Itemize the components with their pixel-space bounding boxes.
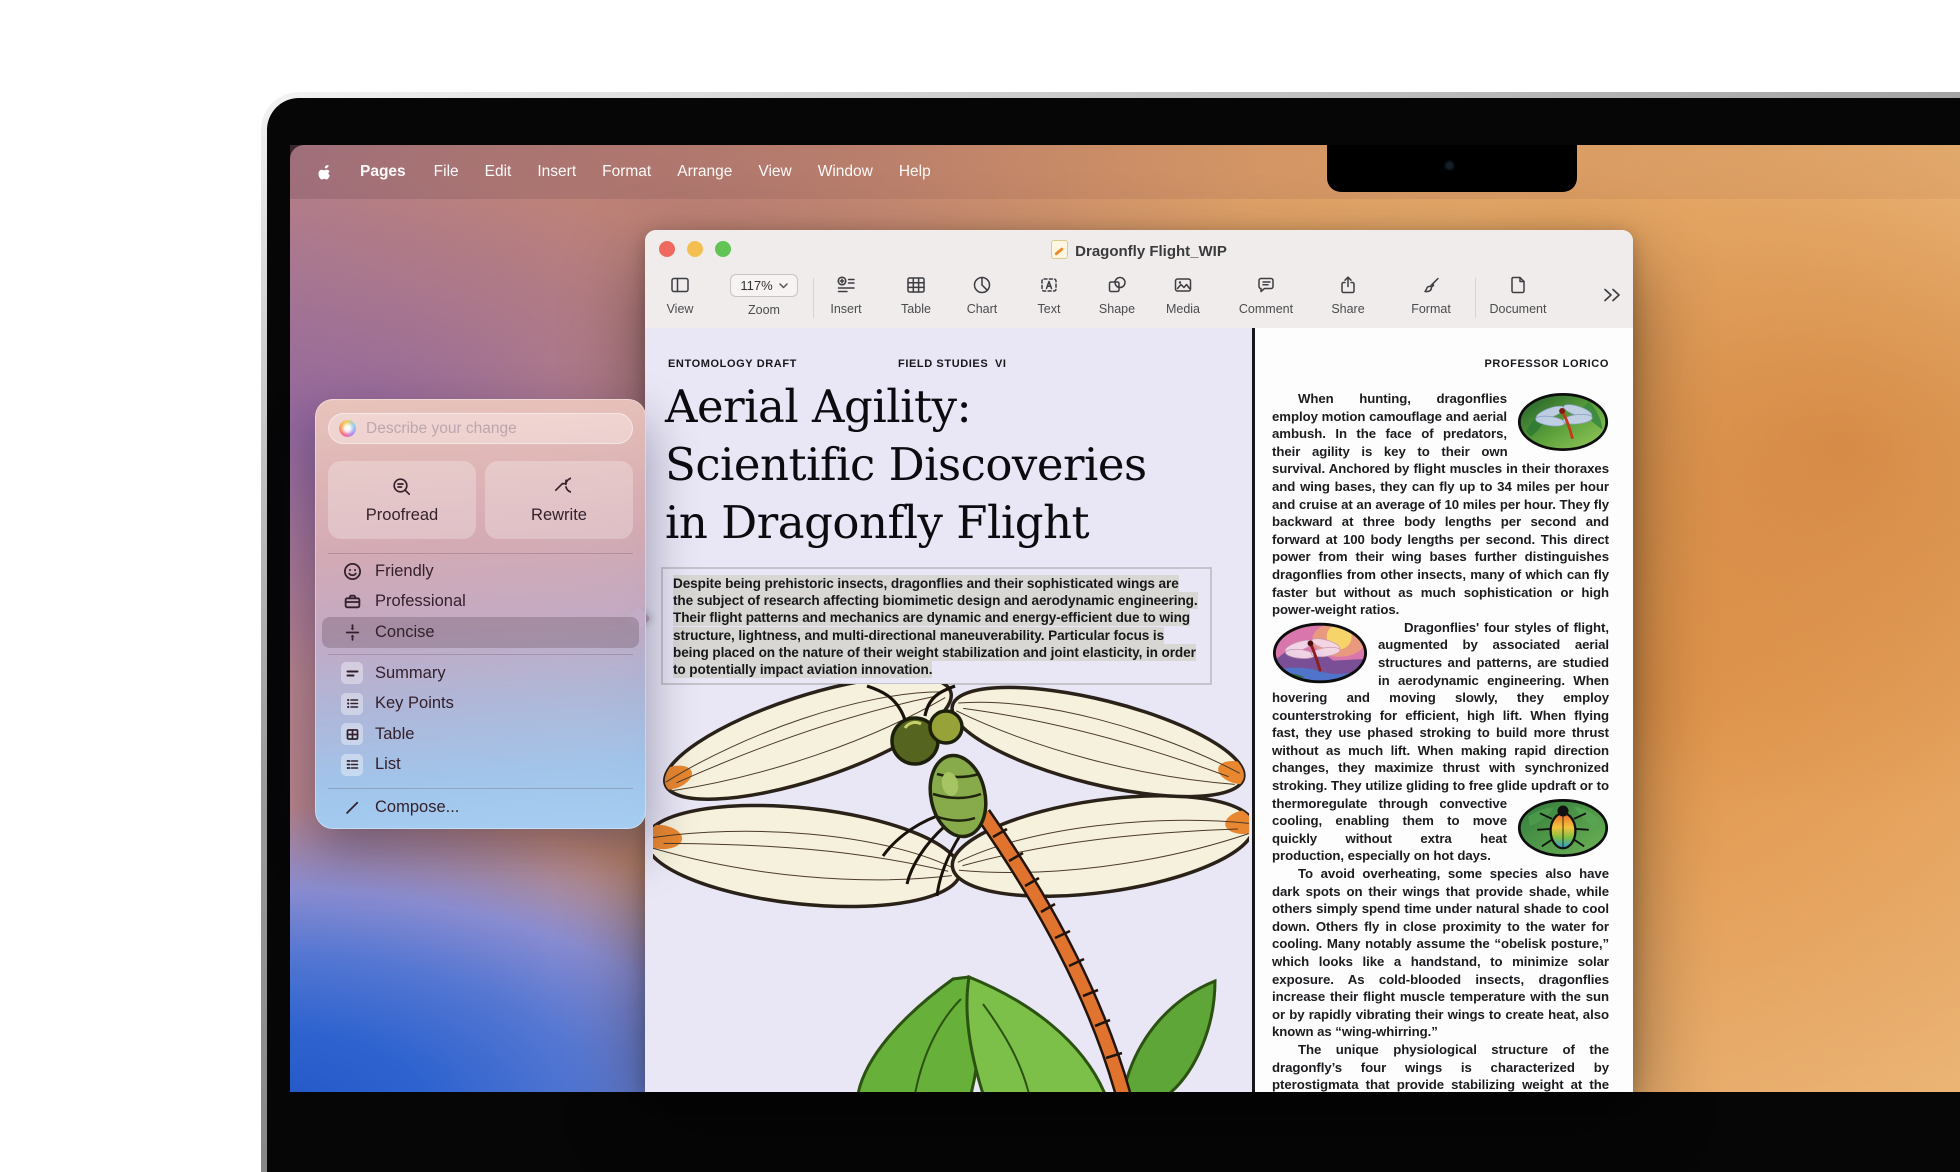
apple-intelligence-icon (339, 420, 356, 437)
menu-item-window[interactable]: Window (818, 163, 873, 181)
sidebar-icon (669, 274, 691, 296)
document-kicker-center: FIELD STUDIES (898, 358, 988, 370)
rewrite-button[interactable]: Rewrite (485, 461, 633, 539)
toolbar-separator (1475, 278, 1476, 318)
menu-item-compose[interactable]: Compose... (328, 792, 633, 823)
menu-item-concise[interactable]: Concise (322, 617, 639, 648)
toolbar-text-button[interactable]: Text (1014, 274, 1084, 316)
column-rule (1252, 328, 1255, 1092)
toolbar-share-button[interactable]: Share (1313, 274, 1383, 316)
window-title-bar: Dragonfly Flight_WIP (645, 230, 1633, 268)
menu-item-professional[interactable]: Professional (328, 587, 633, 618)
describe-change-input[interactable] (364, 419, 622, 439)
body-text[interactable]: When hunting, dragonflies employ motion … (1272, 390, 1609, 1092)
menu-item-table[interactable]: Table (328, 719, 633, 750)
menu-item-summary[interactable]: Summary (328, 658, 633, 689)
body-paragraph[interactable]: Dragonflies' four styles of flight, augm… (1272, 619, 1609, 865)
summary-lines-icon (345, 666, 360, 681)
selected-text-box[interactable]: Despite being prehistoric insects, drago… (661, 567, 1212, 685)
menu-item-insert[interactable]: Insert (537, 163, 576, 181)
popup-divider (328, 553, 633, 554)
describe-change-field[interactable] (328, 413, 633, 444)
document-byline: PROFESSOR LORICO (1485, 358, 1610, 370)
menu-item-key-points[interactable]: Key Points (328, 689, 633, 720)
window-title: Dragonfly Flight_WIP (645, 240, 1633, 260)
selected-paragraph[interactable]: Despite being prehistoric insects, drago… (673, 575, 1200, 678)
toolbar-overflow-button[interactable] (1601, 284, 1623, 306)
list-lines-icon (345, 757, 360, 772)
media-icon (1172, 274, 1194, 296)
key-points-list-icon (345, 696, 360, 711)
body-paragraph[interactable]: When hunting, dragonflies employ motion … (1272, 390, 1609, 619)
menu-item-list[interactable]: List (328, 750, 633, 781)
comment-bubble-icon (1255, 274, 1277, 296)
menu-item-arrange[interactable]: Arrange (677, 163, 732, 181)
toolbar-zoom-control[interactable]: 117% Zoom (723, 274, 805, 317)
briefcase-icon (343, 592, 362, 611)
compose-pencil-icon (343, 798, 362, 817)
oval-dragonfly-green-image[interactable] (1517, 392, 1609, 452)
leaves (858, 977, 1215, 1092)
menu-item-edit[interactable]: Edit (485, 163, 512, 181)
toolbar-insert-button[interactable]: Insert (811, 274, 881, 316)
toolbar-shape-button[interactable]: Shape (1082, 274, 1152, 316)
popup-divider (328, 788, 633, 789)
pie-chart-icon (971, 274, 993, 296)
writing-tools-popup: Proofread Rewrite Friendly Professional … (315, 399, 646, 829)
toolbar-media-button[interactable]: Media (1148, 274, 1218, 316)
menu-item-view[interactable]: View (758, 163, 791, 181)
document-kicker-left: ENTOMOLOGY DRAFT (668, 358, 797, 370)
rewrite-circle-pencil-icon (547, 475, 571, 499)
body-paragraph[interactable]: The unique physiological structure of th… (1272, 1041, 1609, 1092)
document-proxy-icon (1051, 240, 1068, 259)
menu-item-help[interactable]: Help (899, 163, 931, 181)
format-brush-icon (1420, 274, 1442, 296)
menu-bar: Pages File Edit Insert Format Arrange Vi… (290, 145, 1960, 199)
document-canvas[interactable]: ENTOMOLOGY DRAFT FIELD STUDIES VI Aerial… (645, 328, 1633, 1092)
toolbar-view-button[interactable]: View (645, 274, 715, 316)
insert-icon (835, 274, 857, 296)
body-paragraph[interactable]: To avoid overheating, some species also … (1272, 865, 1609, 1041)
oval-beetle-image[interactable] (1517, 797, 1609, 859)
document-title[interactable]: Aerial Agility: Scientific Discoveries i… (665, 378, 1225, 552)
menu-item-format[interactable]: Format (602, 163, 651, 181)
toolbar-format-button[interactable]: Format (1396, 274, 1466, 316)
document-version: VI (995, 358, 1007, 370)
popup-divider (328, 654, 633, 655)
body-text-run: To avoid overheating, some species also … (1272, 866, 1609, 1039)
toolbar-document-button[interactable]: Document (1483, 274, 1553, 316)
text-box-icon (1038, 274, 1060, 296)
apple-menu-icon[interactable] (316, 162, 333, 182)
table-icon (905, 274, 927, 296)
menu-item-file[interactable]: File (434, 163, 459, 181)
toolbar-comment-button[interactable]: Comment (1231, 274, 1301, 316)
menu-item-pages[interactable]: Pages (360, 163, 406, 181)
proofread-magnifier-icon (390, 475, 414, 499)
toolbar-chart-button[interactable]: Chart (947, 274, 1017, 316)
double-chevron-right-icon (1601, 284, 1623, 306)
share-icon (1337, 274, 1359, 296)
document-icon (1507, 274, 1529, 296)
toolbar-table-button[interactable]: Table (881, 274, 951, 316)
concise-compress-icon (343, 623, 362, 642)
dragonfly-illustration[interactable] (653, 684, 1249, 1092)
pages-window: Dragonfly Flight_WIP View 117% Zoom Inse… (645, 230, 1633, 1092)
camera-dot (1444, 160, 1455, 171)
document-right-column[interactable]: PROFESSOR LORICO When hunting, dragonfli… (1272, 328, 1609, 1092)
toolbar: View 117% Zoom Insert Table Chart Text S… (645, 268, 1633, 329)
smiley-icon (343, 562, 362, 581)
proofread-button[interactable]: Proofread (328, 461, 476, 539)
table-grid-icon (345, 727, 360, 742)
document-left-page[interactable]: ENTOMOLOGY DRAFT FIELD STUDIES VI Aerial… (645, 328, 1252, 1092)
shapes-icon (1106, 274, 1128, 296)
chevron-down-icon (779, 283, 788, 289)
menu-item-friendly[interactable]: Friendly (328, 556, 633, 587)
oval-dragonfly-sunset-image[interactable] (1272, 621, 1368, 685)
